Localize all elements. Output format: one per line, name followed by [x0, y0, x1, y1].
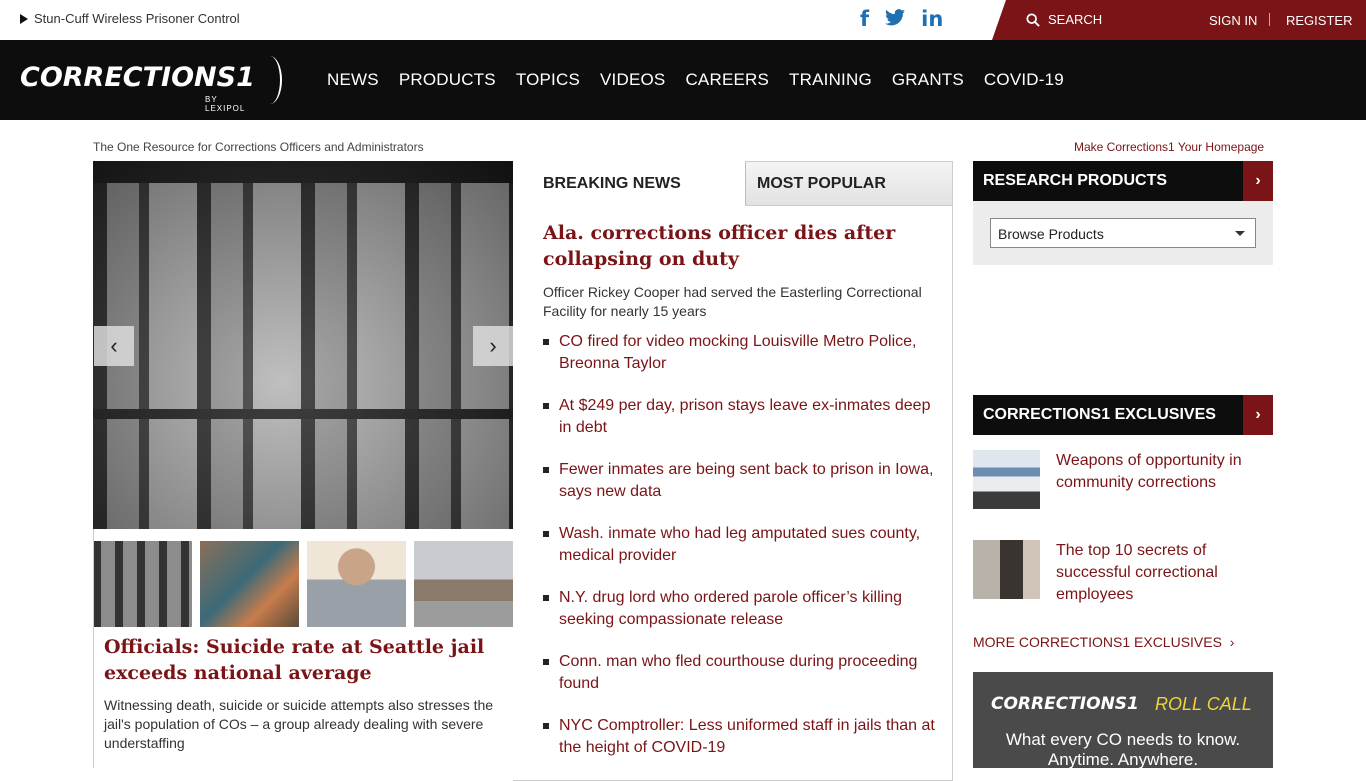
bullet-icon [543, 339, 549, 345]
browse-products-select[interactable]: Browse Products [990, 218, 1256, 248]
search-label: SEARCH [1048, 12, 1103, 27]
promo-link[interactable]: Stun-Cuff Wireless Prisoner Control [20, 11, 240, 26]
exclusives-title: CORRECTIONS1 EXCLUSIVES [983, 406, 1216, 423]
logo-byline: BY LEXIPOL [205, 95, 246, 113]
list-item[interactable]: At $249 per day, prison stays leave ex-i… [543, 395, 943, 459]
exclusives-header[interactable]: CORRECTIONS1 EXCLUSIVES › [973, 395, 1273, 435]
research-products-header[interactable]: RESEARCH PRODUCTS › [973, 161, 1273, 201]
exclusive-item[interactable]: The top 10 secrets of successful correct… [973, 540, 1273, 610]
nav-item-videos[interactable]: VIDEOS [600, 70, 665, 90]
lead-story-dek: Witnessing death, suicide or suicide att… [104, 697, 494, 751]
breaking-dek: Officer Rickey Cooper had served the Eas… [543, 284, 922, 319]
thumbnail[interactable] [93, 541, 192, 627]
bullet-icon [543, 403, 549, 409]
list-item[interactable]: Wash. inmate who had leg amputated sues … [543, 523, 943, 587]
search-button[interactable]: SEARCH [1026, 12, 1102, 27]
twitter-icon[interactable] [885, 8, 906, 30]
chevron-right-icon[interactable]: › [1243, 161, 1273, 201]
tab-breaking-news[interactable]: BREAKING NEWS [513, 161, 745, 206]
logo-arc-icon [258, 56, 282, 104]
thumbnail[interactable] [200, 541, 299, 627]
news-link[interactable]: At $249 per day, prison stays leave ex-i… [559, 397, 930, 436]
exclusive-link[interactable]: Weapons of opportunity in community corr… [1056, 450, 1271, 494]
slideshow-thumbnails [93, 541, 513, 627]
make-homepage-link[interactable]: Make Corrections1 Your Homepage [1074, 140, 1264, 154]
nav-item-topics[interactable]: TOPICS [516, 70, 580, 90]
bullet-icon [543, 595, 549, 601]
more-exclusives-label: MORE CORRECTIONS1 EXCLUSIVES [973, 634, 1222, 650]
chevron-right-icon: › [489, 333, 497, 358]
exclusive-link[interactable]: The top 10 secrets of successful correct… [1056, 540, 1271, 606]
slideshow-prev-button[interactable]: ‹ [94, 326, 134, 366]
nav-item-news[interactable]: NEWS [327, 70, 379, 90]
lead-story-headline[interactable]: Officials: Suicide rate at Seattle jail … [104, 634, 504, 686]
news-link[interactable]: Fewer inmates are being sent back to pri… [559, 461, 933, 500]
nav-item-covid-19[interactable]: COVID-19 [984, 70, 1064, 90]
roll-call-subtagline: Anytime. Anywhere. [1047, 750, 1199, 769]
list-item[interactable]: NYC Comptroller: Less uniformed staff in… [543, 715, 943, 779]
exclusive-thumbnail[interactable] [973, 450, 1040, 509]
news-link[interactable]: NYC Comptroller: Less uniformed staff in… [559, 717, 935, 756]
list-item[interactable]: Conn. man who fled courthouse during pro… [543, 651, 943, 715]
register-link[interactable]: REGISTER [1286, 13, 1352, 28]
breaking-headline[interactable]: Ala. corrections officer dies after coll… [543, 220, 943, 272]
bullet-icon [543, 467, 549, 473]
divider [93, 529, 94, 768]
divider [1269, 13, 1270, 26]
list-item[interactable]: N.Y. drug lord who ordered parole office… [543, 587, 943, 651]
news-list: CO fired for video mocking Louisville Me… [543, 331, 943, 779]
nav-item-training[interactable]: TRAINING [789, 70, 872, 90]
roll-call-promo[interactable]: CORRECTIONS1 ROLL CALL What every CO nee… [973, 672, 1273, 769]
bullet-icon [543, 723, 549, 729]
research-products-body: Browse Products [973, 201, 1273, 265]
logo-text: CORRECTIONS1 [20, 62, 255, 93]
news-link[interactable]: CO fired for video mocking Louisville Me… [559, 333, 916, 372]
site-logo[interactable]: CORRECTIONS1 BY LEXIPOL [20, 56, 282, 113]
news-link[interactable]: N.Y. drug lord who ordered parole office… [559, 589, 902, 628]
news-link[interactable]: Wash. inmate who had leg amputated sues … [559, 525, 920, 564]
more-exclusives-link[interactable]: MORE CORRECTIONS1 EXCLUSIVES › [973, 634, 1234, 650]
list-item[interactable]: CO fired for video mocking Louisville Me… [543, 331, 943, 395]
linkedin-icon[interactable]: in [921, 8, 943, 30]
facebook-icon[interactable]: f [860, 8, 869, 30]
play-icon [20, 13, 28, 24]
chevron-right-icon[interactable]: › [1243, 395, 1273, 435]
bullet-icon [543, 659, 549, 665]
roll-call-tagline: What every CO needs to know. [1005, 730, 1241, 749]
nav-menu: NEWS PRODUCTS TOPICS VIDEOS CAREERS TRAI… [327, 70, 1064, 90]
caret-down-icon [1235, 231, 1245, 236]
chevron-right-icon: › [1225, 634, 1235, 650]
roll-call-word: ROLL CALL [1155, 694, 1252, 714]
list-item[interactable]: Fewer inmates are being sent back to pri… [543, 459, 943, 523]
social-links: f in [860, 8, 943, 30]
thumbnail[interactable] [414, 541, 513, 627]
bullet-icon [543, 531, 549, 537]
main-navigation: CORRECTIONS1 BY LEXIPOL NEWS PRODUCTS TO… [0, 40, 1366, 120]
research-products-title: RESEARCH PRODUCTS [983, 172, 1168, 189]
nav-item-products[interactable]: PRODUCTS [399, 70, 496, 90]
nav-item-careers[interactable]: CAREERS [685, 70, 769, 90]
thumbnail[interactable] [307, 541, 406, 627]
news-link[interactable]: Conn. man who fled courthouse during pro… [559, 653, 917, 692]
select-value: Browse Products [998, 226, 1104, 242]
promo-text: Stun-Cuff Wireless Prisoner Control [34, 11, 240, 26]
roll-call-logo: CORRECTIONS1 [991, 694, 1139, 714]
tab-most-popular[interactable]: MOST POPULAR [745, 162, 952, 206]
sign-in-link[interactable]: SIGN IN [1209, 13, 1257, 28]
top-utility-bar: Stun-Cuff Wireless Prisoner Control f in… [0, 0, 1366, 40]
exclusive-item[interactable]: Weapons of opportunity in community corr… [973, 450, 1273, 520]
slideshow-next-button[interactable]: › [473, 326, 513, 366]
chevron-left-icon: ‹ [110, 333, 118, 358]
slideshow-image[interactable] [93, 161, 513, 529]
search-icon [1026, 12, 1040, 27]
nav-item-grants[interactable]: GRANTS [892, 70, 964, 90]
image-shade [93, 161, 513, 529]
site-tagline: The One Resource for Corrections Officer… [93, 140, 424, 154]
exclusive-thumbnail[interactable] [973, 540, 1040, 599]
